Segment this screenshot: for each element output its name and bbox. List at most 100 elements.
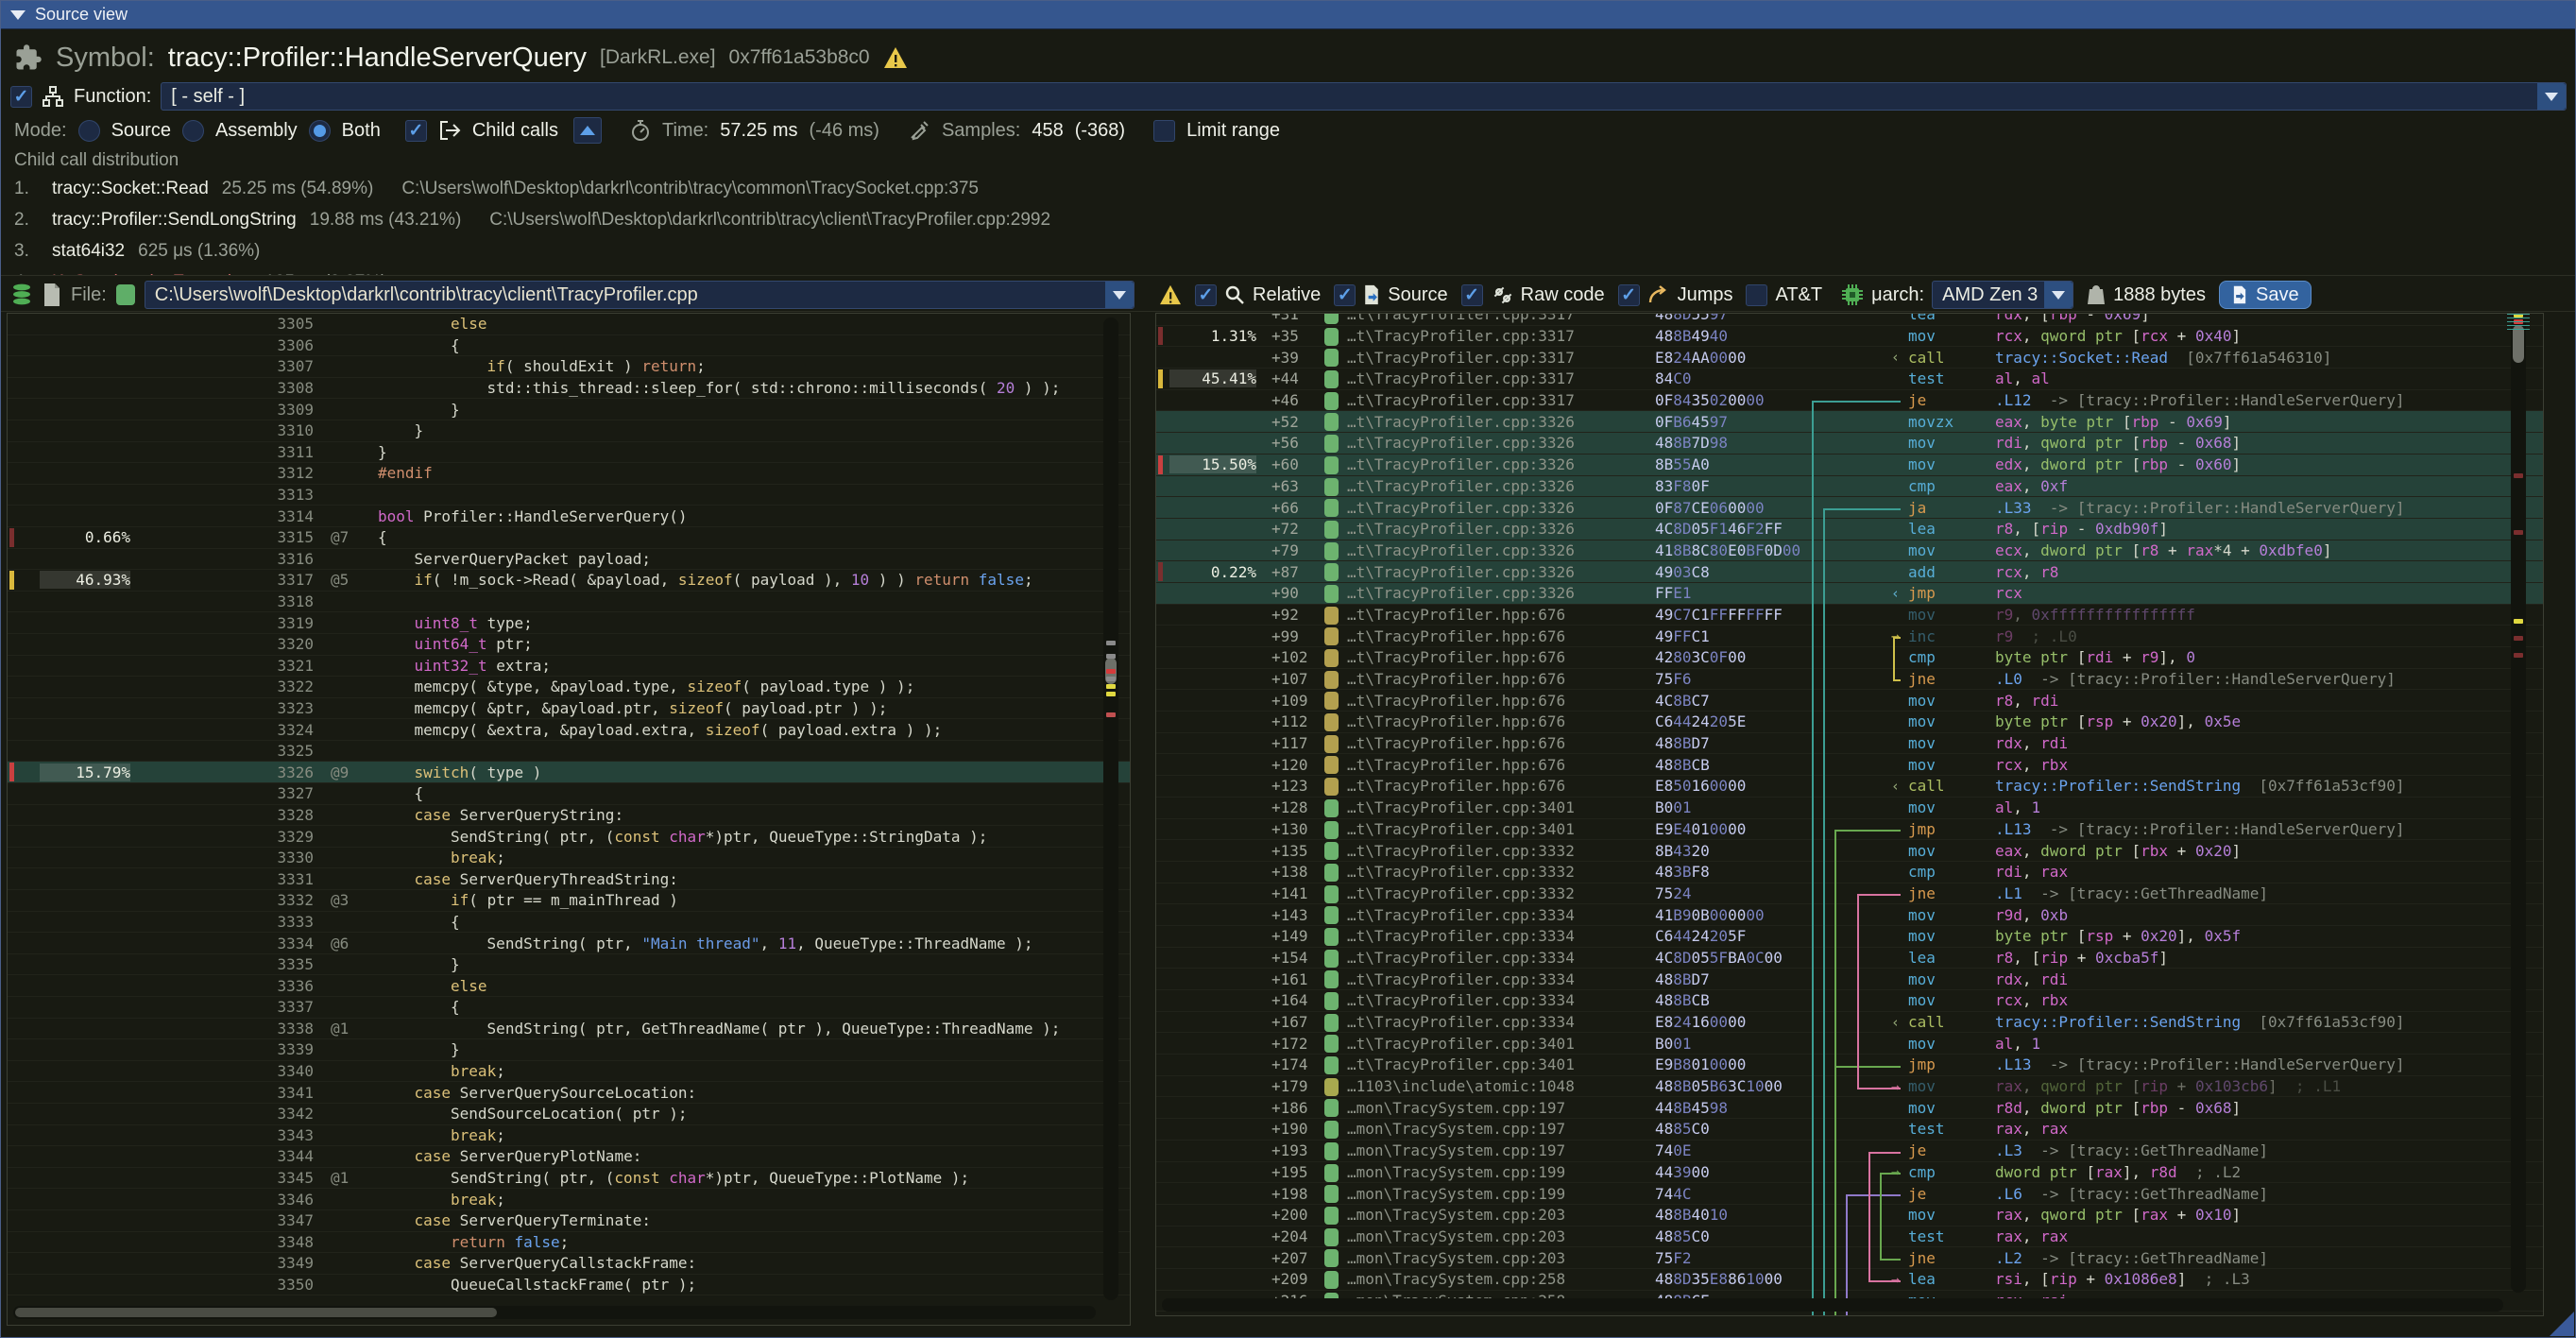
source-line-row[interactable]: 3340break; xyxy=(8,1061,1130,1083)
source-line-row[interactable]: 3345@1SendString( ptr, (const char*)ptr,… xyxy=(8,1168,1130,1190)
source-line-row[interactable]: 3342SendSourceLocation( ptr ); xyxy=(8,1104,1130,1125)
chevron-down-icon[interactable] xyxy=(2044,282,2073,308)
source-line-row[interactable]: 3319uint8_t type; xyxy=(8,612,1130,634)
asm-operands: .L0 -> [tracy::Profiler::HandleServerQue… xyxy=(1995,670,2396,688)
child-call-item[interactable]: 2.tracy::Profiler::SendLongString19.88 m… xyxy=(14,210,2555,241)
source-line-row[interactable]: 3337{ xyxy=(8,997,1130,1019)
source-line-row[interactable]: 3346break; xyxy=(8,1189,1130,1210)
source-line-row[interactable]: 3331case ServerQueryThreadString: xyxy=(8,868,1130,890)
relative-checkbox[interactable] xyxy=(1195,284,1217,306)
cost-bar xyxy=(9,763,14,781)
child-calls-checkbox[interactable] xyxy=(405,120,427,142)
assembly-horizontal-scrollbar[interactable] xyxy=(1162,1298,2503,1312)
assembly-scroll-thumb[interactable] xyxy=(2513,325,2524,363)
source-line-row[interactable]: 3321uint32_t extra; xyxy=(8,656,1130,678)
symbol-label: Symbol: xyxy=(56,43,155,74)
cost-bar xyxy=(9,528,14,547)
source-line-row[interactable]: 3344case ServerQueryPlotName: xyxy=(8,1146,1130,1168)
assembly-vertical-scrollbar[interactable] xyxy=(2511,317,2526,1293)
line-number: 3326 xyxy=(234,763,314,781)
source-line-row[interactable]: 3349case ServerQueryCallstackFrame: xyxy=(8,1253,1130,1275)
limit-range-checkbox[interactable] xyxy=(1153,120,1175,142)
source-line-row[interactable]: 3329SendString( ptr, (const char*)ptr, Q… xyxy=(8,826,1130,848)
source-line-row[interactable]: 3324memcpy( &extra, &payload.extra, size… xyxy=(8,719,1130,741)
mode-radio-assembly[interactable] xyxy=(182,120,204,142)
source-line-row[interactable]: 3327{ xyxy=(8,783,1130,805)
source-line-row[interactable]: 46.93%3317@5if( !m_sock->Read( &payload,… xyxy=(8,570,1130,592)
att-checkbox[interactable] xyxy=(1746,284,1767,306)
window-title-bar[interactable]: Source view xyxy=(1,1,2575,29)
chevron-down-icon[interactable] xyxy=(2537,83,2566,110)
mode-radio-both[interactable] xyxy=(309,120,331,142)
source-line-row[interactable]: 0.66%3315@7{ xyxy=(8,527,1130,549)
source-line-row[interactable]: 3309} xyxy=(8,399,1130,420)
source-line-row[interactable]: 3343break; xyxy=(8,1125,1130,1147)
source-line-row[interactable]: 3336else xyxy=(8,975,1130,997)
source-vertical-scrollbar[interactable] xyxy=(1103,317,1118,1300)
source-line-row[interactable]: 3334@6SendString( ptr, "Main thread", 11… xyxy=(8,933,1130,954)
source-line-row[interactable]: 3332@3if( ptr == m_mainThread ) xyxy=(8,890,1130,912)
source-line-row[interactable]: 3314bool Profiler::HandleServerQuery() xyxy=(8,506,1130,527)
asm-mnemonic: cmp xyxy=(1908,863,1936,881)
highlight-band-line xyxy=(2507,317,2530,318)
scroll-up-button[interactable] xyxy=(573,117,602,144)
asm-operands: r9d, 0xb xyxy=(1995,906,2068,924)
source-line-row[interactable]: 3325 xyxy=(8,741,1130,763)
code-size: 1888 bytes xyxy=(2113,284,2206,306)
asm-mnemonic: mov xyxy=(1908,906,1936,924)
source-hscroll-thumb[interactable] xyxy=(15,1308,497,1317)
source-code-text: } xyxy=(451,1040,460,1058)
mode-radio-source[interactable] xyxy=(78,120,100,142)
source-horizontal-scrollbar[interactable] xyxy=(13,1306,1096,1319)
hierarchy-icon xyxy=(42,85,64,108)
source-line-row[interactable]: 3341case ServerQuerySourceLocation: xyxy=(8,1082,1130,1104)
child-call-item[interactable]: 1.tracy::Socket::Read25.25 ms (54.89%)C:… xyxy=(14,179,2555,210)
chevron-down-icon[interactable] xyxy=(1105,282,1134,308)
source-line-row[interactable]: 3328case ServerQueryString: xyxy=(8,805,1130,827)
uarch-select[interactable]: AMD Zen 3 xyxy=(1932,281,2073,309)
source-checkbox[interactable] xyxy=(1334,284,1356,306)
source-line-row[interactable]: 3310} xyxy=(8,420,1130,442)
file-color-chip xyxy=(116,284,135,305)
source-line-row[interactable]: 3330break; xyxy=(8,848,1130,869)
asm-location: …mon\TracySystem.cpp:199 xyxy=(1347,1163,1565,1181)
source-line-row[interactable]: 3323memcpy( &ptr, &payload.ptr, sizeof( … xyxy=(8,698,1130,720)
source-line-row[interactable]: 3308std::this_thread::sleep_for( std::ch… xyxy=(8,378,1130,400)
source-line-row[interactable]: 3311} xyxy=(8,442,1130,464)
source-line-row[interactable]: 3322memcpy( &type, &payload.type, sizeof… xyxy=(8,677,1130,698)
line-number: 3313 xyxy=(234,486,314,504)
asm-operands: .L13 -> [tracy::Profiler::HandleServerQu… xyxy=(1995,1055,2404,1073)
source-line-row[interactable]: 3335} xyxy=(8,954,1130,976)
asm-mnemonic: mov xyxy=(1908,734,1936,752)
source-line-row[interactable]: 3347case ServerQueryTerminate: xyxy=(8,1210,1130,1232)
window-resize-grip[interactable] xyxy=(2550,1312,2574,1336)
asm-bytes: 8B4320 xyxy=(1655,842,1710,860)
jumps-checkbox[interactable] xyxy=(1618,284,1640,306)
source-line-row[interactable]: 3320uint64_t ptr; xyxy=(8,634,1130,656)
source-line-row[interactable]: 3333{ xyxy=(8,912,1130,934)
source-line-row[interactable]: 3318 xyxy=(8,592,1130,613)
source-line-row[interactable]: 3305else xyxy=(8,314,1130,335)
file-select[interactable]: C:\Users\wolf\Desktop\darkrl\contrib\tra… xyxy=(145,281,1134,309)
mode-row: Mode: SourceAssemblyBoth Child calls Tim… xyxy=(14,116,1280,145)
child-call-item[interactable]: 3.stat64i32625 μs (1.36%) xyxy=(14,241,2555,272)
source-line-row[interactable]: 3316ServerQueryPacket payload; xyxy=(8,549,1130,571)
function-select[interactable]: [ - self - ] xyxy=(161,82,2567,111)
source-line-row[interactable]: 3307if( shouldExit ) return; xyxy=(8,356,1130,378)
line-number: 3308 xyxy=(234,379,314,397)
asm-location: …mon\TracySystem.cpp:203 xyxy=(1347,1249,1565,1267)
source-line-row[interactable]: 3350QueueCallstackFrame( ptr ); xyxy=(8,1275,1130,1296)
function-checkbox[interactable] xyxy=(10,86,32,108)
source-line-row[interactable]: 3338@1SendString( ptr, GetThreadName( pt… xyxy=(8,1019,1130,1040)
collapse-icon[interactable] xyxy=(10,10,26,20)
asm-bytes: FFE1 xyxy=(1655,584,1692,602)
source-line-row[interactable]: 3339} xyxy=(8,1039,1130,1061)
source-line-row[interactable]: 15.79%3326@9switch( type ) xyxy=(8,762,1130,783)
raw-code-checkbox[interactable] xyxy=(1461,284,1483,306)
save-button[interactable]: Save xyxy=(2219,281,2312,309)
source-line-row[interactable]: 3313 xyxy=(8,485,1130,506)
source-line-row[interactable]: 3312#endif xyxy=(8,463,1130,485)
source-line-row[interactable]: 3306{ xyxy=(8,335,1130,357)
line-number: 3316 xyxy=(234,550,314,568)
source-line-row[interactable]: 3348return false; xyxy=(8,1232,1130,1254)
